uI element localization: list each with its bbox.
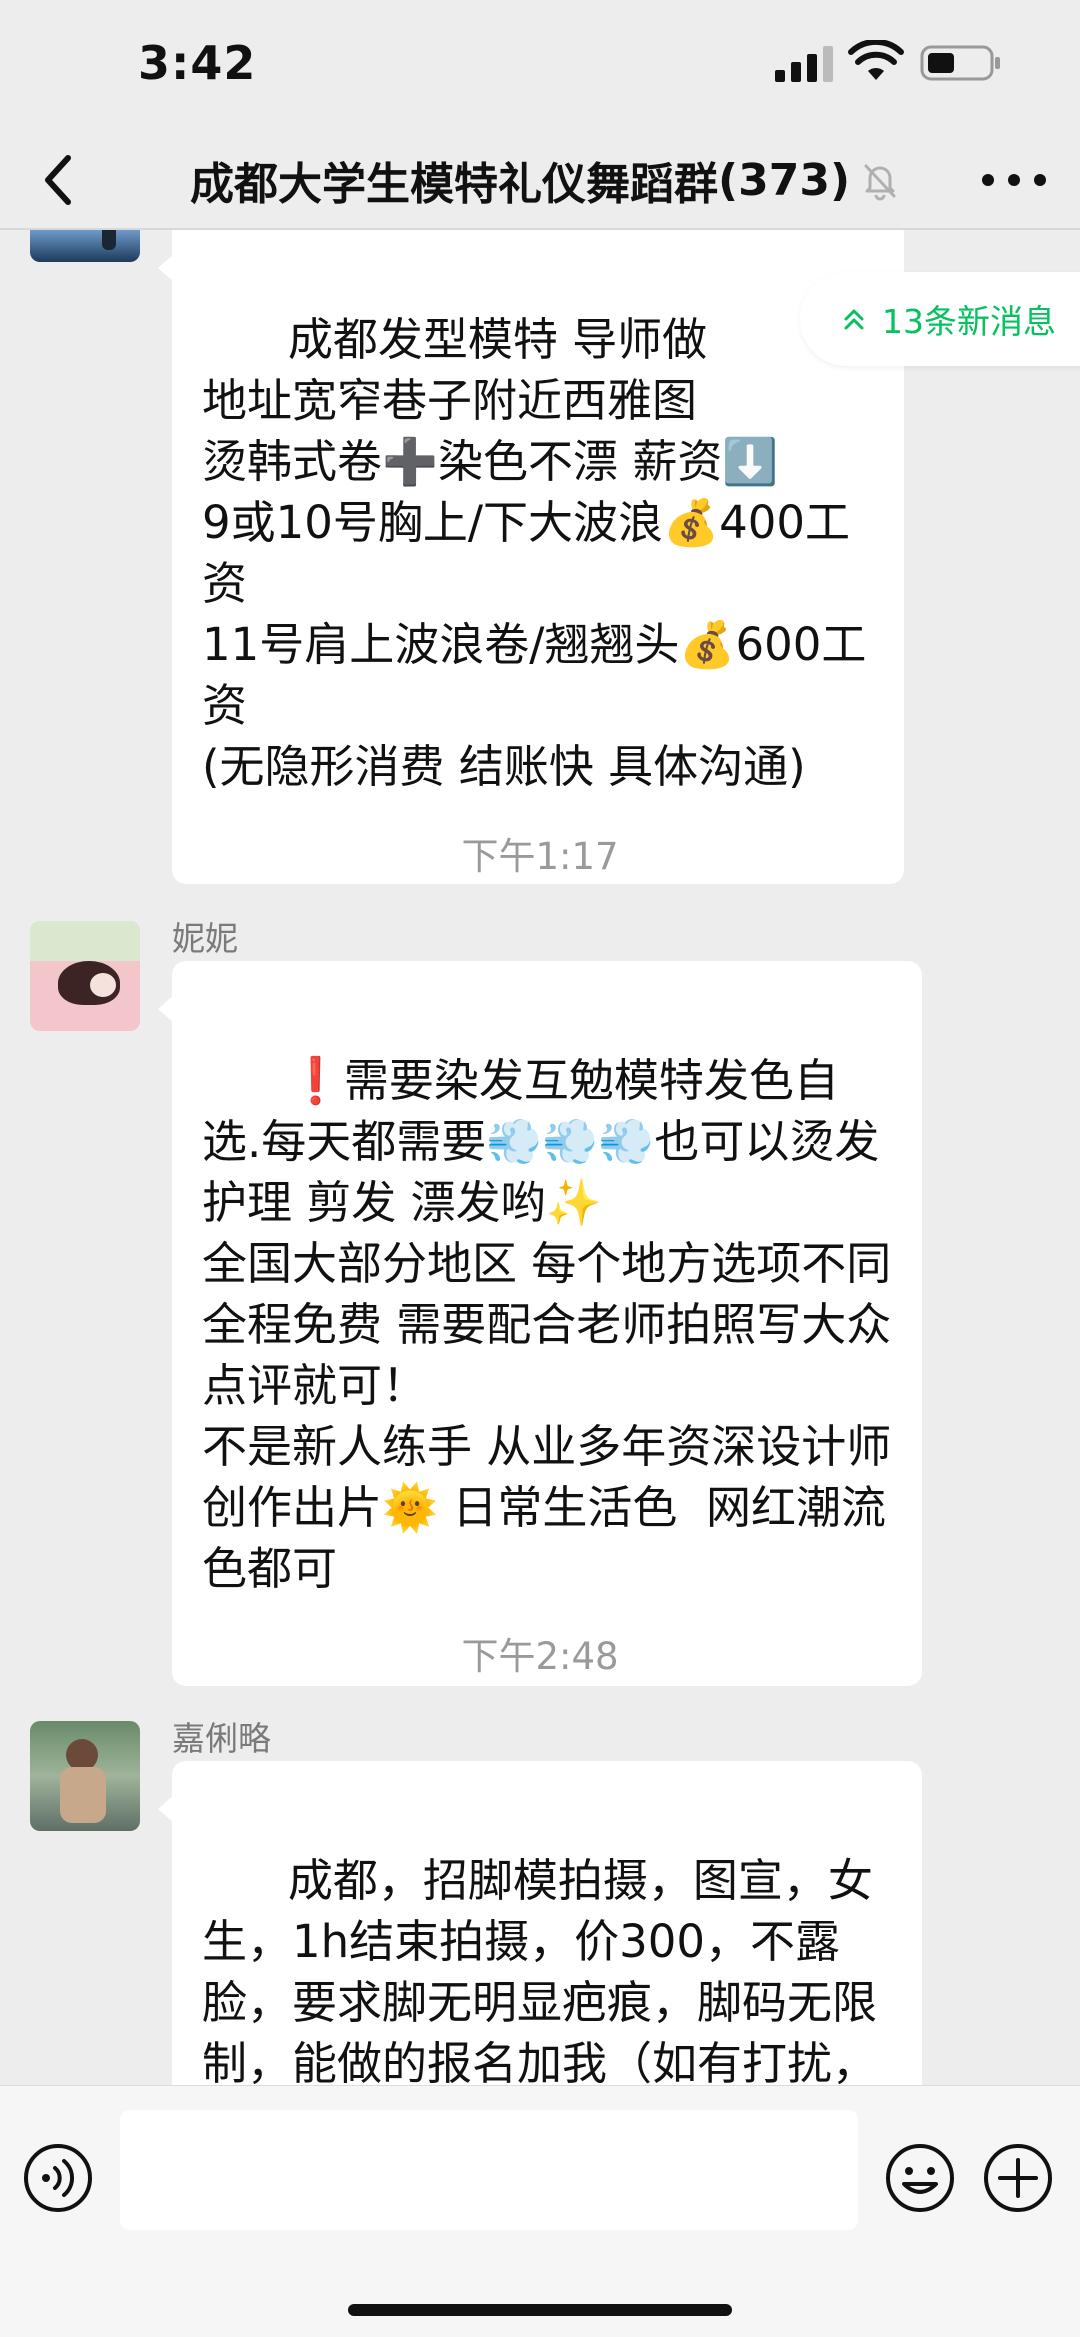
avatar[interactable] [30, 230, 140, 262]
voice-icon[interactable] [22, 2142, 94, 2214]
message-input[interactable] [120, 2110, 858, 2230]
avatar[interactable] [30, 1721, 140, 1831]
status-time: 3:42 [138, 36, 257, 90]
chat-title-area[interactable]: 成都大学生模特礼仪舞蹈群 (373) [190, 150, 902, 210]
home-indicator [348, 2304, 732, 2316]
new-messages-label: 13条新消息 [882, 302, 1056, 341]
message-bubble[interactable]: 成都发型模特 导师做 地址宽窄巷子附近西雅图 烫韩式卷➕染色不漂 薪资⬇️ 9或… [158, 230, 904, 884]
chat-screen: 3:42 成都大学生模特礼仪舞蹈群 (373) 成都发型模特 导师做 地址宽窄巷… [0, 0, 1080, 2337]
message-text: ❗需要染发互勉模特发色自选.每天都需要💨💨💨也可以烫发护理 剪发 漂发哟✨ 全国… [202, 1054, 892, 1595]
more-dots-icon[interactable] [978, 158, 1050, 202]
plus-icon[interactable] [982, 2142, 1054, 2214]
new-messages-button[interactable]: 13条新消息 [800, 272, 1080, 366]
member-count: (373) [718, 154, 851, 206]
bell-off-icon [864, 164, 896, 201]
wifi-icon [848, 40, 904, 80]
chevron-left-icon[interactable] [30, 144, 86, 216]
timestamp: 下午1:17 [461, 835, 619, 878]
message-text: 成都发型模特 导师做 地址宽窄巷子附近西雅图 烫韩式卷➕染色不漂 薪资⬇️ 9或… [202, 313, 867, 793]
message-text: 成都，招脚模拍摄，图宣，女生，1h结束拍摄，价300，不露脸，要求脚无明显疤痕，… [202, 1854, 878, 2085]
message-bubble[interactable]: 成都，招脚模拍摄，图宣，女生，1h结束拍摄，价300，不露脸，要求脚无明显疤痕，… [158, 1761, 922, 2085]
timestamp: 下午2:48 [461, 1635, 619, 1678]
chat-title: 成都大学生模特礼仪舞蹈群 [190, 159, 718, 210]
double-chevron-up-icon [844, 309, 864, 330]
sender-name: 嘉俐略 [172, 1719, 271, 1758]
status-bar: 3:42 [0, 0, 1080, 130]
input-bar [0, 2085, 1080, 2337]
avatar[interactable] [30, 921, 140, 1031]
battery-icon [920, 45, 1000, 81]
signal-icon [775, 44, 835, 82]
message-bubble[interactable]: ❗需要染发互勉模特发色自选.每天都需要💨💨💨也可以烫发护理 剪发 漂发哟✨ 全国… [158, 961, 922, 1686]
sender-name: 妮妮 [172, 919, 238, 958]
nav-bar: 成都大学生模特礼仪舞蹈群 (373) [0, 130, 1080, 230]
chat-message-list[interactable]: 成都发型模特 导师做 地址宽窄巷子附近西雅图 烫韩式卷➕染色不漂 薪资⬇️ 9或… [0, 230, 1080, 2085]
emoji-icon[interactable] [884, 2142, 956, 2214]
